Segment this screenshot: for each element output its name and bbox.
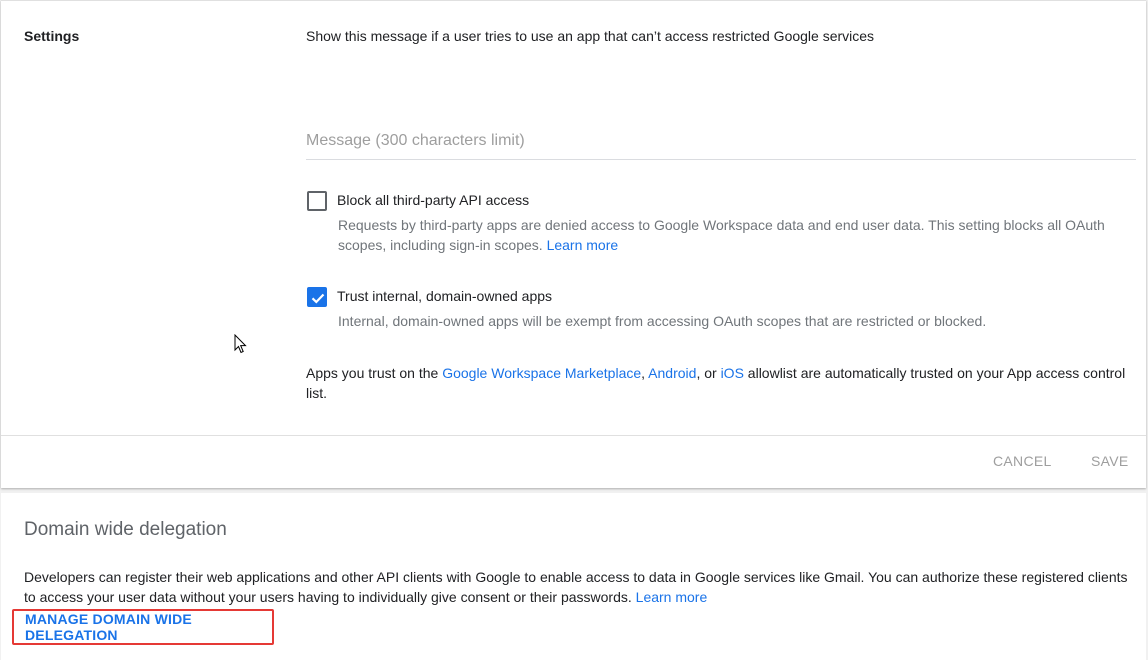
delegation-learn-more-link[interactable]: Learn more	[636, 589, 708, 605]
domain-wide-delegation-card: Domain wide delegation Developers can re…	[1, 493, 1146, 660]
block-api-label: Block all third-party API access	[337, 192, 530, 208]
delegation-description-text: Developers can register their web applic…	[24, 569, 1128, 605]
android-link[interactable]: Android	[648, 365, 696, 381]
settings-card: Settings Show this message if a user tri…	[1, 0, 1146, 488]
restricted-message-description: Show this message if a user tries to use…	[306, 28, 875, 44]
section-title: Domain wide delegation	[24, 519, 227, 540]
trust-note: Apps you trust on the Google Workspace M…	[306, 363, 1134, 403]
block-api-help: Requests by third-party apps are denied …	[338, 215, 1128, 255]
manage-domain-wide-delegation-button[interactable]: MANAGE DOMAIN WIDE DELEGATION	[12, 609, 274, 645]
settings-label: Settings	[24, 28, 80, 44]
checkmark-icon	[311, 293, 325, 304]
save-button[interactable]: SAVE	[1091, 453, 1129, 469]
actions-divider	[1, 435, 1146, 436]
block-api-help-text: Requests by third-party apps are denied …	[338, 217, 1105, 253]
trust-note-prefix: Apps you trust on the	[306, 365, 443, 381]
trust-internal-checkbox[interactable]	[307, 287, 327, 307]
ios-link[interactable]: iOS	[721, 365, 744, 381]
block-api-learn-more-link[interactable]: Learn more	[547, 237, 619, 253]
cancel-button[interactable]: CANCEL	[993, 453, 1052, 469]
mouse-cursor-icon	[234, 334, 247, 354]
trust-internal-help: Internal, domain-owned apps will be exem…	[338, 313, 987, 329]
block-api-checkbox[interactable]	[307, 191, 327, 211]
marketplace-link[interactable]: Google Workspace Marketplace	[442, 365, 641, 381]
message-input[interactable]	[306, 127, 1136, 160]
trust-internal-label: Trust internal, domain-owned apps	[337, 288, 553, 304]
delegation-description: Developers can register their web applic…	[24, 567, 1134, 607]
trust-note-sep2: , or	[696, 365, 721, 381]
